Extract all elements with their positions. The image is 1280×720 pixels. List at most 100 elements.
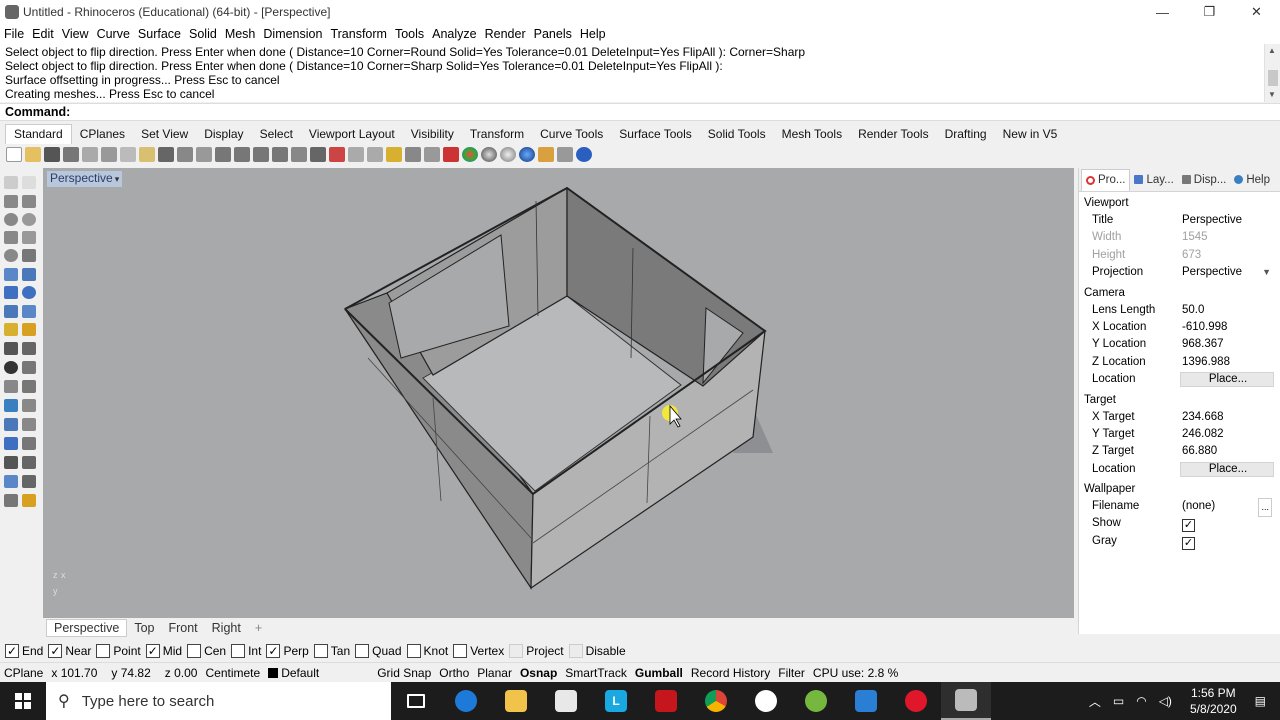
minimize-button[interactable]: — (1139, 0, 1186, 24)
zoom-icon[interactable] (215, 146, 231, 162)
grid-array-icon[interactable] (4, 456, 18, 469)
y-location-field[interactable]: 968.367 (1180, 336, 1274, 353)
box-solid-icon[interactable] (4, 286, 18, 299)
join-icon[interactable] (4, 361, 18, 374)
viewport-title[interactable]: Perspective ▾ (47, 171, 123, 187)
scale-icon[interactable] (22, 418, 36, 431)
history-scrollbar[interactable]: ▲ ▼ (1264, 44, 1280, 102)
polygon-icon[interactable] (4, 231, 18, 244)
curve-icon[interactable] (22, 195, 36, 208)
color-wheel-icon[interactable] (462, 146, 478, 162)
tab-top[interactable]: Top (127, 620, 161, 636)
osnap-cen[interactable]: Cen (187, 644, 226, 658)
menu-analyze[interactable]: Analyze (428, 27, 480, 41)
scroll-down-icon[interactable]: ▼ (1268, 90, 1276, 99)
osnap-end-checkbox[interactable]: ✓ (5, 644, 19, 658)
ortho-toggle[interactable]: Ortho (435, 666, 473, 680)
osnap-int-checkbox[interactable] (231, 644, 246, 658)
new-file-icon[interactable] (6, 146, 22, 162)
tab-drafting[interactable]: Drafting (937, 125, 995, 144)
menu-view[interactable]: View (58, 27, 93, 41)
analyze-icon[interactable] (4, 475, 18, 488)
osnap-end[interactable]: ✓ End (5, 644, 43, 658)
scroll-up-icon[interactable]: ▲ (1268, 46, 1276, 55)
osnap-tan-checkbox[interactable] (313, 644, 328, 658)
taskbar-utorrent[interactable] (791, 682, 841, 720)
y-target-field[interactable]: 246.082 (1180, 426, 1274, 443)
render-icon[interactable] (519, 146, 535, 162)
osnap-knot-checkbox[interactable] (406, 644, 421, 658)
menu-render[interactable]: Render (481, 27, 530, 41)
osnap-disable-checkbox[interactable] (568, 644, 583, 658)
open-folder-icon[interactable] (25, 146, 41, 162)
planar-toggle[interactable]: Planar (473, 666, 516, 680)
osnap-vertex[interactable]: Vertex (453, 644, 504, 658)
viewport-menu-caret-icon[interactable]: ▾ (115, 174, 120, 184)
menu-curve[interactable]: Curve (93, 27, 134, 41)
osnap-toggle[interactable]: Osnap (516, 666, 561, 680)
menu-surface[interactable]: Surface (134, 27, 185, 41)
paste-icon[interactable] (139, 146, 155, 162)
light-bulb-icon[interactable] (386, 146, 402, 162)
explode-icon[interactable] (22, 361, 36, 374)
surface-icon[interactable] (4, 268, 18, 281)
tab-render-tools[interactable]: Render Tools (850, 125, 937, 144)
taskbar-mail[interactable] (841, 682, 891, 720)
taskbar-l-app[interactable]: L (591, 682, 641, 720)
tab-properties[interactable]: Pro... (1081, 168, 1131, 191)
osnap-project[interactable]: Project (509, 644, 564, 658)
group-icon[interactable] (4, 418, 18, 431)
zoom-window-icon[interactable] (234, 146, 250, 162)
tab-display[interactable]: Disp... (1178, 174, 1231, 186)
select-arrow-icon[interactable] (4, 176, 18, 189)
ellipse-icon[interactable] (4, 249, 18, 262)
title-field[interactable]: Perspective (1180, 212, 1274, 229)
notification-icon[interactable]: ▤ (1249, 694, 1280, 708)
osnap-point[interactable]: Point (96, 644, 141, 658)
fillet-curve-icon[interactable] (22, 249, 36, 262)
osnap-quad[interactable]: Quad (355, 644, 402, 658)
print-icon[interactable] (63, 146, 79, 162)
help-icon[interactable] (576, 146, 592, 162)
extrude-icon[interactable] (22, 268, 36, 281)
cplane-indicator[interactable]: CPlane (0, 666, 47, 680)
tab-mesh-tools[interactable]: Mesh Tools (774, 125, 850, 144)
light-icon[interactable] (22, 494, 36, 507)
start-button[interactable] (0, 682, 46, 720)
task-view-button[interactable] (391, 682, 441, 720)
restore-button[interactable]: ❐ (1186, 0, 1233, 24)
tab-perspective[interactable]: Perspective (46, 619, 128, 637)
tab-solid-tools[interactable]: Solid Tools (700, 125, 774, 144)
import-icon[interactable] (82, 146, 98, 162)
tab-front[interactable]: Front (161, 620, 204, 636)
zoom-selected-icon[interactable] (272, 146, 288, 162)
menu-edit[interactable]: Edit (28, 27, 58, 41)
tab-select[interactable]: Select (252, 125, 301, 144)
osnap-disable[interactable]: Disable (568, 644, 626, 658)
taskbar-store[interactable] (541, 682, 591, 720)
lamp-icon[interactable] (424, 146, 440, 162)
osnap-mid[interactable]: ✓ Mid (145, 644, 182, 658)
gray-checkbox[interactable]: ✓ (1182, 536, 1195, 550)
scroll-thumb[interactable] (1268, 70, 1278, 86)
show-checkbox[interactable]: ✓ (1182, 519, 1195, 533)
viewport-layout-icon[interactable] (310, 146, 326, 162)
grid-snap-toggle[interactable]: Grid Snap (373, 666, 435, 680)
shaded-sphere-icon[interactable] (481, 146, 497, 162)
tab-visibility[interactable]: Visibility (403, 125, 462, 144)
z-location-field[interactable]: 1396.988 (1180, 354, 1274, 371)
tab-layers[interactable]: Lay... (1130, 174, 1177, 186)
osnap-vertex-checkbox[interactable] (453, 644, 468, 658)
osnap-near[interactable]: ✓ Near (48, 644, 91, 658)
taskbar-mcafee[interactable] (641, 682, 691, 720)
tab-viewport-layout[interactable]: Viewport Layout (301, 125, 403, 144)
osnap-knot[interactable]: Knot (406, 644, 448, 658)
tab-transform[interactable]: Transform (462, 125, 532, 144)
zoom-extents-icon[interactable] (253, 146, 269, 162)
model-canvas[interactable] (43, 168, 1074, 618)
wifi-icon[interactable]: ◠ (1130, 694, 1152, 708)
copy-icon[interactable] (120, 146, 136, 162)
block-icon[interactable] (4, 437, 18, 450)
point-icon[interactable] (22, 176, 36, 189)
perspective-viewport[interactable]: Perspective ▾ z x y (43, 168, 1074, 618)
